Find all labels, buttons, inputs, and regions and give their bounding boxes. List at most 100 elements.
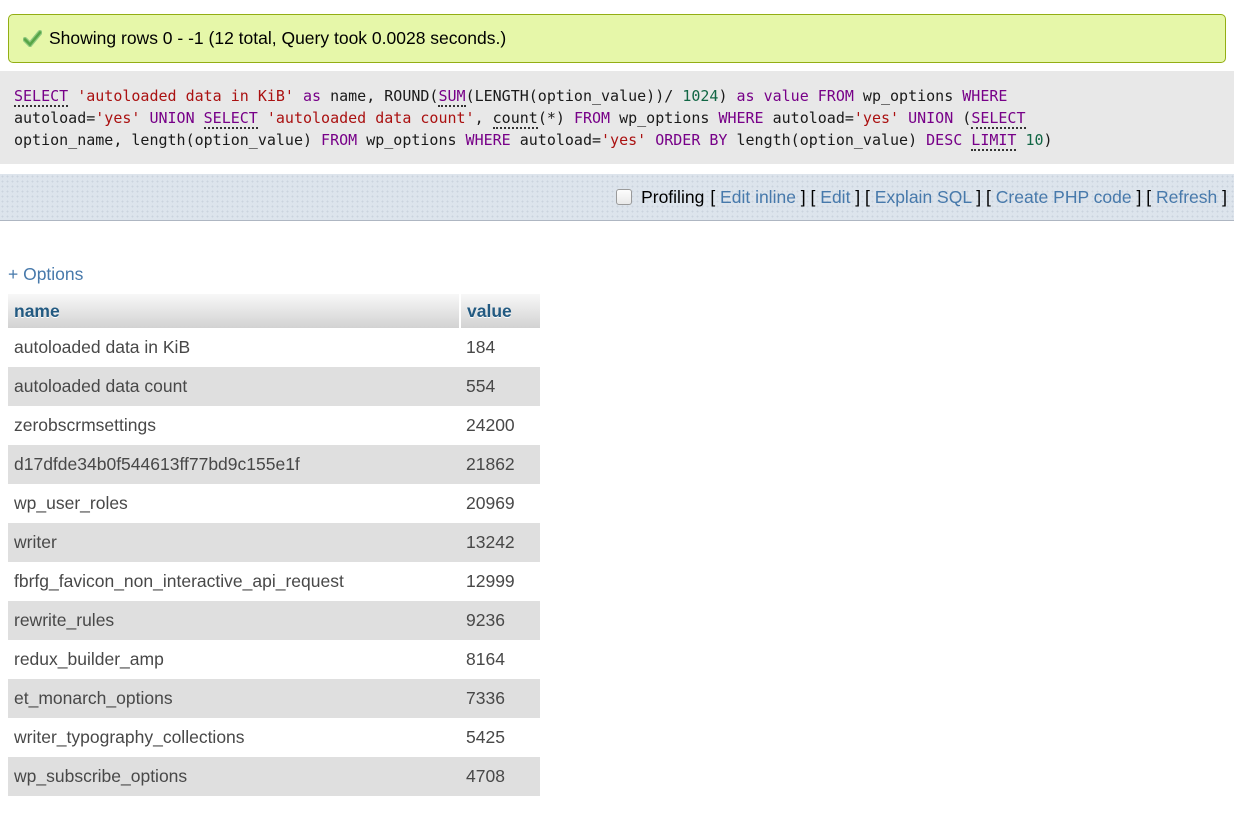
sql-token bbox=[195, 109, 204, 127]
value-cell: 20969 bbox=[460, 484, 540, 523]
create-php-code-link[interactable]: Create PHP code bbox=[996, 187, 1132, 207]
value-cell: 24200 bbox=[460, 406, 540, 445]
edit-inline-link[interactable]: Edit inline bbox=[720, 187, 796, 207]
value-cell: 12999 bbox=[460, 562, 540, 601]
explain-sql-link[interactable]: Explain SQL bbox=[875, 187, 972, 207]
value-cell: 5425 bbox=[460, 718, 540, 757]
table-row: et_monarch_options7336 bbox=[8, 679, 540, 718]
sql-token: count bbox=[493, 109, 538, 129]
name-cell: et_monarch_options bbox=[8, 679, 460, 718]
toolbar-links: [ Edit inline ] [ Edit ] [ Explain SQL ]… bbox=[710, 187, 1227, 208]
sql-token: length(option_value) bbox=[727, 131, 926, 149]
edit-link[interactable]: Edit bbox=[820, 187, 850, 207]
sql-token: ( bbox=[953, 109, 971, 127]
sql-token: ) bbox=[1044, 131, 1053, 149]
table-row: fbrfg_favicon_non_interactive_api_reques… bbox=[8, 562, 540, 601]
sql-token: 'yes' bbox=[95, 109, 140, 127]
sql-keyword: as bbox=[737, 87, 755, 105]
sql-token: autoload= bbox=[511, 131, 601, 149]
sql-keyword: SELECT bbox=[14, 87, 68, 107]
value-cell: 184 bbox=[460, 328, 540, 367]
sql-keyword: WHERE bbox=[718, 109, 763, 127]
sql-keyword: as bbox=[303, 87, 321, 105]
column-header-name[interactable]: name bbox=[8, 294, 460, 328]
toolbar-link-brackets: [ Refresh ] bbox=[1146, 187, 1227, 207]
table-row: autoloaded data count554 bbox=[8, 367, 540, 406]
query-toolbar: Profiling [ Edit inline ] [ Edit ] [ Exp… bbox=[0, 174, 1234, 221]
value-cell: 554 bbox=[460, 367, 540, 406]
sql-token: 10 bbox=[1025, 131, 1043, 149]
sql-token: 'autoloaded data in KiB' bbox=[77, 87, 294, 105]
name-cell: redux_builder_amp bbox=[8, 640, 460, 679]
sql-keyword: FROM bbox=[321, 131, 357, 149]
sql-keyword: UNION bbox=[149, 109, 194, 127]
sql-keyword: FROM bbox=[574, 109, 610, 127]
results-table-head: name value bbox=[8, 294, 540, 328]
sql-token: autoload= bbox=[764, 109, 854, 127]
refresh-link[interactable]: Refresh bbox=[1156, 187, 1217, 207]
sql-token: ) bbox=[718, 87, 736, 105]
sql-keyword: WHERE bbox=[962, 87, 1007, 105]
success-message-text: Showing rows 0 - -1 (12 total, Query too… bbox=[49, 28, 506, 49]
name-cell: fbrfg_favicon_non_interactive_api_reques… bbox=[8, 562, 460, 601]
table-row: writer_typography_collections5425 bbox=[8, 718, 540, 757]
sql-token bbox=[646, 131, 655, 149]
sql-token: , bbox=[475, 109, 493, 127]
success-message: Showing rows 0 - -1 (12 total, Query too… bbox=[8, 14, 1226, 63]
table-row: wp_user_roles20969 bbox=[8, 484, 540, 523]
sql-token: 'yes' bbox=[601, 131, 646, 149]
column-header-value[interactable]: value bbox=[460, 294, 540, 328]
sql-token: name, ROUND( bbox=[321, 87, 438, 105]
profiling-label: Profiling bbox=[641, 187, 704, 208]
sql-keyword: DESC bbox=[926, 131, 962, 149]
value-cell: 9236 bbox=[460, 601, 540, 640]
sql-token: autoload= bbox=[14, 109, 95, 127]
sql-token bbox=[809, 87, 818, 105]
toolbar-link-brackets: [ Create PHP code ] bbox=[986, 187, 1141, 207]
sql-token: wp_options bbox=[610, 109, 718, 127]
sql-keyword: WHERE bbox=[466, 131, 511, 149]
table-row: zerobscrmsettings24200 bbox=[8, 406, 540, 445]
sql-token bbox=[899, 109, 908, 127]
name-cell: wp_subscribe_options bbox=[8, 757, 460, 796]
sql-query: SELECT 'autoloaded data in KiB' as name,… bbox=[0, 71, 1234, 164]
sql-token bbox=[962, 131, 971, 149]
value-cell: 4708 bbox=[460, 757, 540, 796]
sql-keyword: ORDER BY bbox=[655, 131, 727, 149]
table-row: rewrite_rules9236 bbox=[8, 601, 540, 640]
value-cell: 13242 bbox=[460, 523, 540, 562]
name-cell: zerobscrmsettings bbox=[8, 406, 460, 445]
name-cell: writer bbox=[8, 523, 460, 562]
table-row: redux_builder_amp8164 bbox=[8, 640, 540, 679]
value-cell: 21862 bbox=[460, 445, 540, 484]
sql-keyword: UNION bbox=[908, 109, 953, 127]
name-cell: wp_user_roles bbox=[8, 484, 460, 523]
sql-line: autoload='yes' UNION SELECT 'autoloaded … bbox=[14, 107, 1220, 129]
sql-token: (*) bbox=[538, 109, 574, 127]
table-row: wp_subscribe_options4708 bbox=[8, 757, 540, 796]
header-row: name value bbox=[8, 294, 540, 328]
name-cell: autoloaded data in KiB bbox=[8, 328, 460, 367]
sql-token: option_name, length(option_value) bbox=[14, 131, 321, 149]
sql-token bbox=[755, 87, 764, 105]
success-check-icon bbox=[23, 30, 42, 47]
name-cell: autoloaded data count bbox=[8, 367, 460, 406]
results-table-body: autoloaded data in KiB184autoloaded data… bbox=[8, 328, 540, 796]
sql-token: (LENGTH(option_value))/ bbox=[466, 87, 683, 105]
options-toggle[interactable]: + Options bbox=[8, 264, 83, 285]
sql-keyword: value bbox=[764, 87, 809, 105]
sql-token bbox=[294, 87, 303, 105]
value-cell: 8164 bbox=[460, 640, 540, 679]
table-row: writer13242 bbox=[8, 523, 540, 562]
sql-keyword: SELECT bbox=[971, 109, 1025, 129]
sql-keyword: SELECT bbox=[204, 109, 258, 129]
results-table: name value autoloaded data in KiB184auto… bbox=[8, 294, 540, 796]
sql-keyword: SUM bbox=[438, 87, 465, 107]
sql-line: SELECT 'autoloaded data in KiB' as name,… bbox=[14, 85, 1220, 107]
profiling-checkbox[interactable] bbox=[616, 189, 632, 205]
sql-token bbox=[68, 87, 77, 105]
toolbar-link-brackets: [ Edit inline ] bbox=[710, 187, 805, 207]
sql-token: wp_options bbox=[854, 87, 962, 105]
toolbar-link-brackets: [ Explain SQL ] bbox=[865, 187, 981, 207]
table-row: d17dfde34b0f544613ff77bd9c155e1f21862 bbox=[8, 445, 540, 484]
